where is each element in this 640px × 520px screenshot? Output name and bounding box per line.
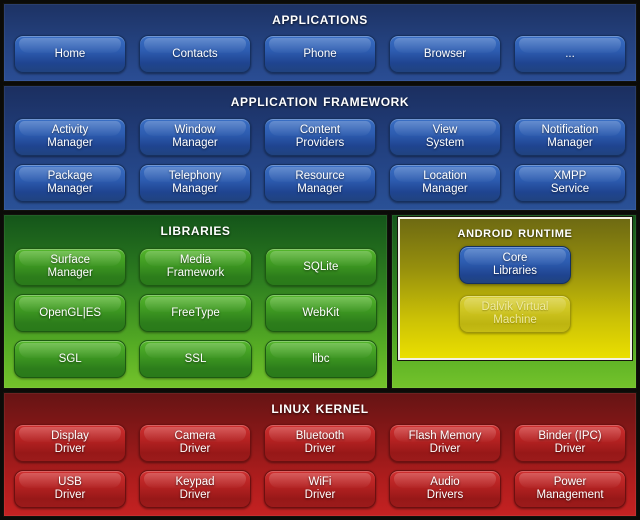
layer-title-linux-kernel: Linux Kernel (271, 398, 369, 417)
framework-button-content-providers-label: Content Providers (295, 123, 345, 149)
kernel-button-audio-drivers-label: Audio Drivers (426, 476, 464, 502)
kernel-button-flash-memory-driver-label: Flash Memory Driver (408, 430, 482, 456)
library-button-media-framework[interactable]: Media Framework (139, 248, 252, 287)
framework-button-notification-manager[interactable]: Notification Manager (514, 117, 626, 156)
layer-applications: Applications Home Contacts Phone Browser… (3, 3, 637, 82)
layer-libraries: Libraries Surface Manager Media Framework … (3, 214, 388, 389)
app-button-browser-label: Browser (423, 47, 467, 60)
kernel-button-wifi-driver[interactable]: WiFi Driver (264, 470, 376, 509)
library-button-webkit[interactable]: WebKit (264, 294, 377, 333)
layer-title-application-framework: Application Framework (230, 91, 410, 110)
framework-button-view-system[interactable]: View System (389, 117, 501, 156)
kernel-button-audio-drivers[interactable]: Audio Drivers (389, 470, 501, 509)
kernel-button-binder-ipc-driver-label: Binder (IPC) Driver (538, 430, 602, 456)
framework-button-resource-manager[interactable]: Resource Manager (264, 163, 376, 202)
library-button-webkit-label: WebKit (302, 306, 340, 319)
library-button-libc-label: libc (312, 352, 330, 365)
app-button-browser[interactable]: Browser (389, 35, 501, 74)
framework-button-resource-manager-label: Resource Manager (295, 169, 345, 195)
library-button-libc[interactable]: libc (264, 340, 377, 379)
framework-button-package-manager-label: Package Manager (47, 169, 93, 195)
runtime-button-dalvik-virtual-machine-label: Dalvik Virtual Machine (481, 301, 549, 327)
framework-button-activity-manager-label: Activity Manager (47, 123, 93, 149)
app-button-phone-label: Phone (303, 47, 337, 60)
libraries-rows: Surface Manager Media Framework SQLite Ope… (4, 243, 387, 388)
kernel-button-bluetooth-driver-label: Bluetooth Driver (295, 430, 345, 456)
library-button-freetype-label: FreeType (171, 306, 220, 319)
layer-title-libraries: Libraries (160, 220, 231, 239)
android-architecture-diagram: Applications Home Contacts Phone Browser… (0, 0, 640, 520)
kernel-row-1: Display Driver Camera Driver Bluetooth Driv… (14, 424, 626, 463)
kernel-button-camera-driver-label: Camera Driver (174, 430, 216, 456)
library-button-ssl-label: SSL (184, 352, 207, 365)
framework-button-notification-manager-label: Notification Manager (541, 123, 599, 149)
framework-button-content-providers[interactable]: Content Providers (264, 117, 376, 156)
kernel-button-bluetooth-driver[interactable]: Bluetooth Driver (264, 424, 376, 463)
kernel-button-power-management-label: Power Management (536, 476, 604, 502)
kernel-button-flash-memory-driver[interactable]: Flash Memory Driver (389, 424, 501, 463)
framework-row-1: Activity Manager Window Manager Content Pro… (14, 117, 626, 156)
runtime-rows: Core Libraries Dalvik Virtual Machine (400, 245, 630, 358)
framework-button-window-manager-label: Window Manager (172, 123, 218, 149)
applications-row-1: Home Contacts Phone Browser ... (14, 35, 626, 74)
library-button-sqlite[interactable]: SQLite (264, 248, 377, 287)
framework-button-view-system-label: View System (425, 123, 465, 149)
kernel-button-camera-driver[interactable]: Camera Driver (139, 424, 251, 463)
layer-application-framework: Application Framework Activity Manager Wi… (3, 85, 637, 211)
applications-rows: Home Contacts Phone Browser ... (4, 32, 636, 81)
kernel-button-wifi-driver-label: WiFi Driver (304, 476, 336, 502)
library-button-sgl[interactable]: SGL (14, 340, 127, 379)
library-button-sgl-label: SGL (58, 352, 82, 365)
app-button-home-label: Home (54, 47, 86, 60)
framework-button-package-manager[interactable]: Package Manager (14, 163, 126, 202)
kernel-button-usb-driver[interactable]: USB Driver (14, 470, 126, 509)
framework-button-telephony-manager[interactable]: Telephony Manager (139, 163, 251, 202)
app-button-phone[interactable]: Phone (264, 35, 376, 74)
libraries-row-1: Surface Manager Media Framework SQLite (14, 248, 377, 287)
library-button-surface-manager-label: Surface Manager (47, 254, 93, 280)
runtime-button-core-libraries-label: Core Libraries (492, 252, 538, 278)
runtime-button-dalvik-virtual-machine[interactable]: Dalvik Virtual Machine (459, 295, 571, 334)
library-button-opengl-es[interactable]: OpenGL|ES (14, 294, 127, 333)
kernel-button-display-driver[interactable]: Display Driver (14, 424, 126, 463)
library-button-sqlite-label: SQLite (303, 260, 339, 273)
kernel-row-2: USB Driver Keypad Driver WiFi Driver Audio D… (14, 470, 626, 509)
libraries-row-3: SGL SSL libc (14, 340, 377, 379)
kernel-button-power-management[interactable]: Power Management (514, 470, 626, 509)
library-button-surface-manager[interactable]: Surface Manager (14, 248, 127, 287)
app-button-home[interactable]: Home (14, 35, 126, 74)
runtime-button-core-libraries[interactable]: Core Libraries (459, 246, 571, 285)
layer-title-applications: Applications (272, 9, 368, 28)
kernel-button-display-driver-label: Display Driver (51, 430, 89, 456)
kernel-rows: Display Driver Camera Driver Bluetooth Driv… (4, 421, 636, 516)
layer-title-android-runtime: Android Runtime (457, 224, 573, 241)
library-button-media-framework-label: Media Framework (166, 254, 225, 280)
app-button-contacts-label: Contacts (172, 47, 218, 60)
framework-button-location-manager-label: Location Manager (422, 169, 468, 195)
framework-rows: Activity Manager Window Manager Content Pro… (4, 114, 636, 210)
kernel-button-usb-driver-label: USB Driver (54, 476, 86, 502)
app-button-more-label: ... (565, 47, 575, 60)
kernel-button-keypad-driver-label: Keypad Driver (175, 476, 215, 502)
runtime-panel-container: Android Runtime Core Libraries Dalvik Vir… (391, 214, 637, 389)
framework-button-location-manager[interactable]: Location Manager (389, 163, 501, 202)
framework-button-xmpp-service[interactable]: XMPP Service (514, 163, 626, 202)
framework-row-2: Package Manager Telephony Manager Resource… (14, 163, 626, 202)
kernel-button-keypad-driver[interactable]: Keypad Driver (139, 470, 251, 509)
framework-button-activity-manager[interactable]: Activity Manager (14, 117, 126, 156)
libraries-row-2: OpenGL|ES FreeType WebKit (14, 294, 377, 333)
framework-button-window-manager[interactable]: Window Manager (139, 117, 251, 156)
layer-linux-kernel: Linux Kernel Display Driver Camera Driver … (3, 392, 637, 517)
framework-button-xmpp-service-label: XMPP Service (550, 169, 590, 195)
library-button-opengl-es-label: OpenGL|ES (39, 306, 102, 319)
libraries-runtime-band: Libraries Surface Manager Media Framework … (3, 214, 637, 389)
kernel-button-binder-ipc-driver[interactable]: Binder (IPC) Driver (514, 424, 626, 463)
framework-button-telephony-manager-label: Telephony Manager (168, 169, 222, 195)
app-button-more[interactable]: ... (514, 35, 626, 74)
library-button-freetype[interactable]: FreeType (139, 294, 252, 333)
library-button-ssl[interactable]: SSL (139, 340, 252, 379)
layer-android-runtime: Android Runtime Core Libraries Dalvik Vir… (397, 216, 633, 361)
app-button-contacts[interactable]: Contacts (139, 35, 251, 74)
